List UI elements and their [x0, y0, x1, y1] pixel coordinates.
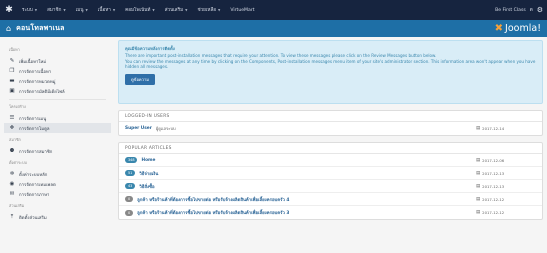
caret-down-icon: ▼ — [63, 8, 66, 12]
user-link[interactable]: Super User — [125, 126, 152, 131]
calendar-icon: ▤ — [476, 183, 481, 189]
gear-icon[interactable]: ⚙ — [537, 6, 543, 14]
sidebar-section-users: สมาชิก — [9, 137, 21, 142]
menu-virtuemart[interactable]: VirtueMart — [230, 8, 254, 13]
menu-menus[interactable]: เมนู ▼ — [76, 7, 88, 14]
article-link[interactable]: ลูกค้า หรือร้านค้าที่ต้องการซื้อไปขายต่อ… — [137, 196, 289, 203]
sidebar-section-config: ตั้งค่าระบบ — [9, 160, 27, 165]
logged-in-users-panel: LOGGED-IN USERS Super User ผู้ดูแลระบบ ▤… — [118, 110, 543, 136]
page-title: คอนโทลพาเนล — [16, 24, 65, 32]
hits-badge: 43 — [125, 183, 136, 189]
alert-text-2: You can review the messages at any time … — [125, 58, 536, 70]
sidebar: เนื้อหา ✎ เพิ่มเนื้อหาใหม่ ❐ การจัดการเนื้… — [0, 37, 115, 253]
admin-topbar: ✱ ระบบ ▼ สมาชิก ▼ เมนู ▼ เนื้อหา ▼ คอมโพเน้น… — [0, 0, 547, 20]
date-cell: ▤ 2017-12-12 — [476, 196, 505, 202]
article-link[interactable]: วิธีสั่งซื้อ — [139, 183, 154, 190]
date-cell: ▤ 2017-12-14 — [476, 126, 505, 131]
alert-title: คุณมีข้อความหลังการติดตั้ง — [125, 46, 175, 51]
sidebar-item-modules[interactable]: ❖ การจัดการโมดูล — [4, 123, 111, 133]
table-row: 43 วิธีสั่งซื้อ ▤ 2017-12-13 — [119, 180, 542, 193]
menu-components[interactable]: คอมโพเน้นท์ ▼ — [125, 7, 155, 14]
admin-menu: ระบบ ▼ สมาชิก ▼ เมนู ▼ เนื้อหา ▼ คอมโพเน้นท์… — [22, 7, 255, 14]
calendar-icon: ▤ — [476, 170, 481, 176]
date-cell: ▤ 2017-12-13 — [476, 170, 505, 176]
eye-icon: ◉ — [9, 181, 15, 187]
post-install-alert: คุณมีข้อความหลังการติดตั้ง There are imp… — [118, 40, 543, 104]
article-link[interactable]: วิธีจ่ายเงิน — [139, 170, 158, 177]
menu-system[interactable]: ระบบ ▼ — [22, 7, 37, 14]
date-cell: ▤ 2017-12-06 — [476, 157, 505, 163]
cube-icon: ❖ — [9, 125, 15, 131]
caret-down-icon: ▼ — [185, 8, 188, 12]
menu-help[interactable]: ช่วยเหลือ ▼ — [197, 7, 220, 14]
caret-down-icon: ▼ — [152, 8, 155, 12]
hits-badge: 51 — [125, 170, 136, 176]
sidebar-section-structure: โครงสร้าง — [9, 104, 26, 109]
cog-icon: ✲ — [9, 171, 15, 177]
table-row: 0 ลูกค้า หรือร้านค้าที่ต้องการซื้อไปขายต… — [119, 206, 542, 219]
site-suffix: ต — [529, 7, 533, 13]
home-icon: ⌂ — [6, 24, 12, 33]
hits-badge: 0 — [125, 196, 134, 202]
sidebar-item-articles[interactable]: ❐ การจัดการเนื้อหา — [4, 66, 111, 76]
joomla-logo-text: Joomla! — [505, 23, 541, 34]
stack-icon: ❐ — [9, 68, 15, 74]
panel-heading: LOGGED-IN USERS — [119, 111, 542, 122]
sidebar-item-categories[interactable]: ▬ การจัดการหมวดหมู่ — [4, 76, 111, 86]
joomla-logo-icon: ✖ — [494, 23, 504, 34]
sidebar-item-languages[interactable]: ✉ การจัดการภาษา — [4, 189, 111, 199]
sidebar-section-content: เนื้อหา — [9, 47, 20, 52]
page-header: ⌂ คอนโทลพาเนล ✖ Joomla! — [0, 20, 547, 37]
site-name: Be First Class — [495, 7, 526, 13]
sidebar-item-templates[interactable]: ◉ การจัดการเทมเพลต — [4, 179, 111, 189]
caret-down-icon: ▼ — [34, 8, 38, 12]
calendar-icon: ▤ — [476, 196, 481, 202]
main-content: คุณมีข้อความหลังการติดตั้ง There are imp… — [118, 40, 543, 220]
date-cell: ▤ 2017-12-12 — [476, 210, 505, 215]
calendar-icon: ▤ — [476, 210, 481, 215]
caret-down-icon: ▼ — [85, 8, 88, 12]
table-row: 0 ลูกค้า หรือร้านค้าที่ต้องการซื้อไปขายต… — [119, 193, 542, 206]
hits-badge: 0 — [125, 209, 134, 216]
sidebar-item-users[interactable]: ⚉ การจัดการสมาชิก — [4, 146, 111, 156]
menu-extensions[interactable]: ส่วนเสริม ▼ — [165, 7, 188, 14]
users-icon: ⚉ — [9, 148, 15, 154]
joomla-logo: ✖ Joomla! — [495, 23, 541, 34]
pencil-icon: ✎ — [9, 58, 15, 64]
comment-icon: ✉ — [9, 191, 15, 197]
popular-articles-panel: POPULAR ARTICLES 348 Home ▤ 2017-12-06 51… — [118, 142, 543, 220]
calendar-icon: ▤ — [476, 126, 481, 131]
table-row: 51 วิธีจ่ายเงิน ▤ 2017-12-13 — [119, 167, 542, 180]
sidebar-item-add-article[interactable]: ✎ เพิ่มเนื้อหาใหม่ — [4, 56, 111, 66]
list-icon: ☰ — [9, 115, 15, 121]
joomla-menu-icon[interactable]: ✱ — [4, 5, 14, 15]
folder-icon: ▬ — [9, 78, 15, 84]
sidebar-item-global-config[interactable]: ✲ ตั้งค่าระบบหลัก — [4, 169, 111, 179]
table-row: Super User ผู้ดูแลระบบ ▤ 2017-12-14 — [119, 122, 542, 135]
sidebar-divider — [9, 99, 106, 100]
caret-down-icon: ▼ — [218, 8, 221, 12]
menu-content[interactable]: เนื้อหา ▼ — [98, 7, 115, 14]
image-icon: ▣ — [9, 88, 15, 94]
article-link[interactable]: Home — [141, 158, 155, 163]
sidebar-item-install-extensions[interactable]: ⤒ ติดตั้งส่วนเสริม — [4, 212, 111, 222]
calendar-icon: ▤ — [476, 157, 481, 163]
review-messages-button[interactable]: ดูข้อความ — [125, 73, 155, 85]
caret-down-icon: ▼ — [112, 8, 116, 12]
panel-heading: POPULAR ARTICLES — [119, 143, 542, 154]
site-link[interactable]: Be First Class ต ⚙ — [495, 6, 543, 14]
upload-icon: ⤒ — [10, 213, 14, 220]
table-row: 348 Home ▤ 2017-12-06 — [119, 154, 542, 167]
hits-badge: 348 — [125, 157, 138, 163]
sidebar-item-menus[interactable]: ☰ การจัดการเมนู — [4, 113, 111, 123]
date-cell: ▤ 2017-12-13 — [476, 183, 505, 189]
sidebar-item-media[interactable]: ▣ การจัดการมัลติมีเดียไฟล์ — [4, 86, 111, 96]
sidebar-section-extensions: ส่วนเสริม — [9, 203, 25, 208]
menu-users[interactable]: สมาชิก ▼ — [47, 7, 66, 14]
user-location: ผู้ดูแลระบบ — [155, 126, 176, 131]
article-link[interactable]: ลูกค้า หรือร้านค้าที่ต้องการซื้อไปขายต่อ… — [137, 209, 289, 216]
